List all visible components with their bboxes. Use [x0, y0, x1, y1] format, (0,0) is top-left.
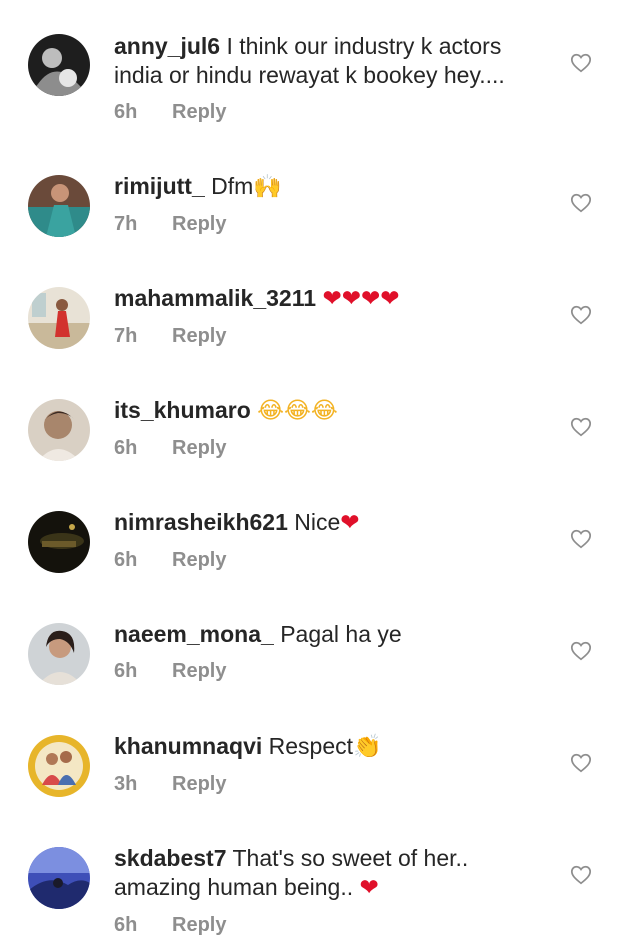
like-button[interactable] [570, 640, 592, 662]
comment-time: 7h [114, 213, 138, 235]
comment-body: anny_jul6 I think our industry k actors … [114, 32, 554, 124]
comment-text-line: naeem_mona_ Pagal ha ye [114, 620, 554, 649]
laughing-emoji: 😂😂😂 [257, 398, 338, 424]
reply-button[interactable]: Reply [172, 914, 226, 936]
heart-outline-icon [570, 529, 592, 549]
reply-button[interactable]: Reply [172, 773, 226, 795]
comment-text: Respect [268, 733, 354, 759]
comment-text-line: khanumnaqvi Respect👏 [114, 732, 554, 762]
raised-hands-emoji: 🙌 [253, 174, 282, 200]
red-heart-emoji: ❤ [340, 510, 360, 536]
comment-text: Pagal ha ye [280, 621, 402, 647]
avatar[interactable] [28, 735, 90, 797]
comment-meta: 7h Reply [114, 212, 554, 236]
comment-time: 6h [114, 101, 138, 123]
comment-text: Nice [294, 509, 341, 535]
comment-username[interactable]: khanumnaqvi [114, 733, 262, 759]
comment-username[interactable]: its_khumaro [114, 397, 251, 423]
red-heart-emoji: ❤ [359, 875, 379, 901]
comment-username[interactable]: mahammalik_3211 [114, 285, 316, 311]
heart-outline-icon [570, 865, 592, 885]
comment-meta: 6h Reply [114, 100, 554, 124]
reply-button[interactable]: Reply [172, 325, 226, 347]
like-button[interactable] [570, 528, 592, 550]
comment-meta: 3h Reply [114, 772, 554, 796]
comment-time: 6h [114, 660, 138, 682]
avatar[interactable] [28, 399, 90, 461]
like-button[interactable] [570, 416, 592, 438]
comment-body: rimijutt_ Dfm🙌 7h Reply [114, 172, 554, 236]
comment-time: 6h [114, 437, 138, 459]
avatar[interactable] [28, 34, 90, 96]
heart-outline-icon [570, 53, 592, 73]
avatar[interactable] [28, 847, 90, 909]
reply-button[interactable]: Reply [172, 549, 226, 571]
comment-meta: 7h Reply [114, 324, 554, 348]
comment-text-line: mahammalik_3211 ❤❤❤❤ [114, 284, 554, 314]
avatar[interactable] [28, 287, 90, 349]
comment-username[interactable]: anny_jul6 [114, 33, 220, 59]
comment-body: mahammalik_3211 ❤❤❤❤ 7h Reply [114, 284, 554, 348]
comment-time: 6h [114, 914, 138, 936]
clapping-hands-emoji: 👏 [353, 734, 382, 760]
comment-time: 7h [114, 325, 138, 347]
comment-username[interactable]: skdabest7 [114, 845, 227, 871]
like-button[interactable] [570, 304, 592, 326]
like-button[interactable] [570, 52, 592, 74]
heart-outline-icon [570, 417, 592, 437]
like-button[interactable] [570, 752, 592, 774]
reply-button[interactable]: Reply [172, 437, 226, 459]
reply-button[interactable]: Reply [172, 213, 226, 235]
like-button[interactable] [570, 864, 592, 886]
comment-username[interactable]: rimijutt_ [114, 173, 205, 199]
avatar[interactable] [28, 511, 90, 573]
comment-time: 3h [114, 773, 138, 795]
avatar[interactable] [28, 175, 90, 237]
comment-text-line: anny_jul6 I think our industry k actors … [114, 32, 554, 90]
avatar[interactable] [28, 623, 90, 685]
comment-meta: 6h Reply [114, 436, 554, 460]
heart-outline-icon [570, 305, 592, 325]
heart-outline-icon [570, 641, 592, 661]
comment-meta: 6h Reply [114, 913, 554, 937]
heart-outline-icon [570, 753, 592, 773]
like-button[interactable] [570, 192, 592, 214]
comment-text-line: its_khumaro 😂😂😂 [114, 396, 554, 426]
comment-text-line: skdabest7 That's so sweet of her.. amazi… [114, 844, 554, 903]
reply-button[interactable]: Reply [172, 660, 226, 682]
comment-time: 6h [114, 549, 138, 571]
comment-body: skdabest7 That's so sweet of her.. amazi… [114, 844, 554, 937]
comment-meta: 6h Reply [114, 659, 554, 683]
comment-body: its_khumaro 😂😂😂 6h Reply [114, 396, 554, 460]
comment-username[interactable]: naeem_mona_ [114, 621, 274, 647]
comment-text: Dfm [211, 173, 254, 199]
comment-text-line: nimrasheikh621 Nice❤ [114, 508, 554, 538]
comment-text-line: rimijutt_ Dfm🙌 [114, 172, 554, 202]
heart-outline-icon [570, 193, 592, 213]
comment-body: naeem_mona_ Pagal ha ye 6h Reply [114, 620, 554, 683]
comment-body: khanumnaqvi Respect👏 3h Reply [114, 732, 554, 796]
comment-username[interactable]: nimrasheikh621 [114, 509, 288, 535]
reply-button[interactable]: Reply [172, 101, 226, 123]
comment-meta: 6h Reply [114, 548, 554, 572]
comment-body: nimrasheikh621 Nice❤ 6h Reply [114, 508, 554, 572]
red-heart-emoji: ❤❤❤❤ [322, 286, 400, 312]
